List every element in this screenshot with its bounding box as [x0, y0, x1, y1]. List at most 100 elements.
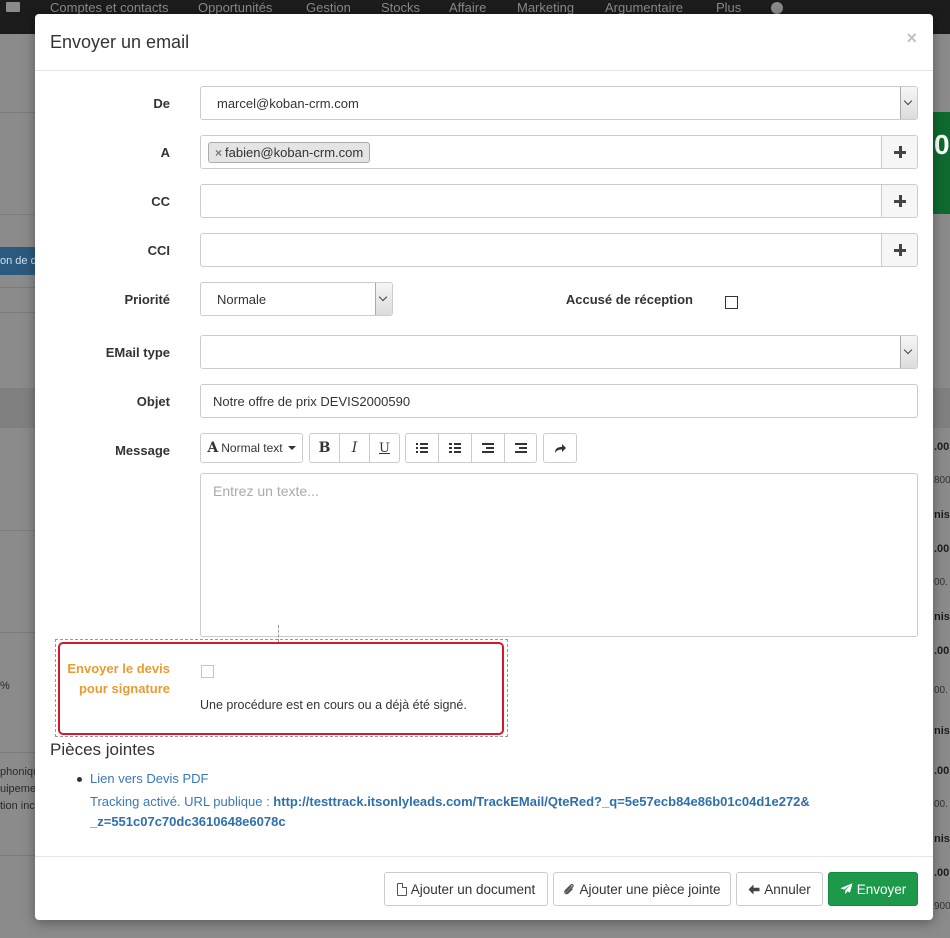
- priority-value: Normale: [217, 292, 267, 307]
- from-select[interactable]: marcel@koban-crm.com: [200, 86, 918, 120]
- numbered-list-button[interactable]: [438, 433, 472, 463]
- add-attachment-button[interactable]: Ajouter une pièce jointe: [553, 872, 731, 906]
- cancel-label: Annuler: [764, 881, 811, 897]
- bg-text: .00: [934, 543, 950, 555]
- plus-icon: [894, 146, 906, 158]
- bullet-list-button[interactable]: [405, 433, 439, 463]
- email-type-label: EMail type: [105, 345, 170, 360]
- remove-tag-icon[interactable]: ×: [215, 146, 222, 160]
- add-cc-button[interactable]: [881, 185, 917, 217]
- to-field[interactable]: × fabien@koban-crm.com: [200, 135, 918, 169]
- tracking-url-line1[interactable]: http://testtrack.itsonlyleads.com/TrackE…: [273, 794, 810, 809]
- font-style-label: Normal text: [221, 441, 283, 455]
- font-style-dropdown[interactable]: A Normal text: [200, 433, 303, 463]
- bold-button[interactable]: B: [309, 433, 340, 463]
- tracking-url-line2[interactable]: _z=551c07c70dc3610648e6078c: [90, 814, 286, 829]
- email-type-select[interactable]: [200, 335, 918, 369]
- bullet-list-icon: [416, 443, 428, 453]
- mail-icon: [6, 2, 20, 12]
- cci-field[interactable]: [200, 233, 918, 267]
- bg-divider: [0, 855, 36, 856]
- bg-text: niss: [934, 725, 950, 737]
- chevron-down-icon[interactable]: [900, 336, 917, 368]
- subject-value: Notre offre de prix DEVIS2000590: [213, 394, 411, 409]
- to-label: A: [160, 145, 170, 160]
- list-bullet: [77, 777, 82, 782]
- bg-divider: [0, 214, 36, 215]
- bg-divider: [0, 752, 36, 753]
- add-document-label: Ajouter un document: [410, 881, 536, 897]
- italic-button[interactable]: I: [339, 433, 370, 463]
- recipient-tag-label: fabien@koban-crm.com: [225, 145, 364, 160]
- bg-text: uipeme: [0, 783, 36, 795]
- priority-label: Priorité: [124, 292, 170, 307]
- italic-icon: I: [351, 440, 358, 456]
- signature-checkbox[interactable]: [201, 665, 214, 678]
- background-blue-button[interactable]: on de d: [0, 247, 36, 275]
- add-recipient-button[interactable]: [881, 136, 917, 168]
- recipient-tag[interactable]: × fabien@koban-crm.com: [208, 142, 371, 163]
- font-icon: A: [207, 440, 219, 456]
- bold-icon: B: [318, 440, 331, 456]
- quote-pdf-link[interactable]: Lien vers Devis PDF: [90, 771, 208, 786]
- dashboard-icon[interactable]: [771, 2, 783, 14]
- message-editor[interactable]: Entrez un texte...: [200, 473, 918, 637]
- bg-text: .00: [934, 765, 950, 777]
- signature-note: Une procédure est en cours ou a déjà été…: [200, 698, 467, 712]
- bg-text: 00.: [934, 577, 948, 588]
- list-format-group: [405, 433, 537, 463]
- background-green-tile: 0: [932, 112, 950, 214]
- bg-text: niss: [934, 833, 950, 845]
- modal-header: Envoyer un email ×: [35, 14, 933, 71]
- subject-label: Objet: [136, 394, 170, 409]
- from-value: marcel@koban-crm.com: [217, 96, 359, 111]
- send-button[interactable]: Envoyer: [828, 872, 918, 906]
- tracking-info: Tracking activé. URL publique : http://t…: [90, 792, 850, 832]
- indent-button[interactable]: [504, 433, 537, 463]
- close-icon[interactable]: ×: [906, 28, 917, 49]
- bg-text: .00: [934, 867, 950, 879]
- tracking-prefix: Tracking activé. URL publique :: [90, 794, 274, 809]
- bg-divider: [0, 312, 36, 313]
- cc-field[interactable]: [200, 184, 918, 218]
- receipt-label: Accusé de réception: [565, 292, 693, 307]
- paper-plane-icon: [840, 883, 853, 895]
- cancel-button[interactable]: Annuler: [736, 872, 823, 906]
- arrow-left-icon: [748, 884, 760, 894]
- caret-down-icon: [287, 446, 296, 450]
- signature-label-line1: Envoyer le devis: [67, 661, 170, 676]
- redo-button[interactable]: [543, 433, 577, 463]
- add-attachment-label: Ajouter une pièce jointe: [579, 881, 721, 897]
- font-style-group: A Normal text: [200, 433, 303, 463]
- file-icon: [396, 882, 407, 896]
- numbered-list-icon: [449, 443, 461, 453]
- modal-title: Envoyer un email: [50, 32, 190, 52]
- add-document-button[interactable]: Ajouter un document: [384, 872, 548, 906]
- attachments-title: Pièces jointes: [50, 740, 155, 759]
- bg-text: .00: [934, 441, 950, 453]
- redo-icon: [554, 443, 566, 453]
- plus-icon: [894, 244, 906, 256]
- bg-text: 00.: [934, 799, 948, 810]
- bg-text: phoniqu: [0, 766, 36, 778]
- message-placeholder: Entrez un texte...: [213, 483, 319, 499]
- bg-divider: [0, 112, 36, 113]
- subject-input[interactable]: Notre offre de prix DEVIS2000590: [200, 384, 918, 418]
- underline-icon: U: [379, 440, 390, 456]
- message-label: Message: [115, 443, 170, 458]
- bg-text: niss: [934, 611, 950, 623]
- chevron-down-icon[interactable]: [375, 283, 392, 315]
- priority-select[interactable]: Normale: [200, 282, 393, 316]
- from-label: De: [153, 96, 170, 111]
- bg-text: %: [0, 680, 10, 692]
- bg-text: 00.: [934, 685, 948, 696]
- outdent-button[interactable]: [471, 433, 505, 463]
- underline-button[interactable]: U: [369, 433, 400, 463]
- chevron-down-icon[interactable]: [900, 87, 917, 119]
- receipt-checkbox[interactable]: [725, 296, 738, 309]
- bg-text: 900: [934, 901, 950, 912]
- add-cci-button[interactable]: [881, 234, 917, 266]
- outdent-icon: [482, 443, 494, 453]
- bg-text: 800: [934, 475, 950, 486]
- paperclip-icon: [564, 883, 575, 894]
